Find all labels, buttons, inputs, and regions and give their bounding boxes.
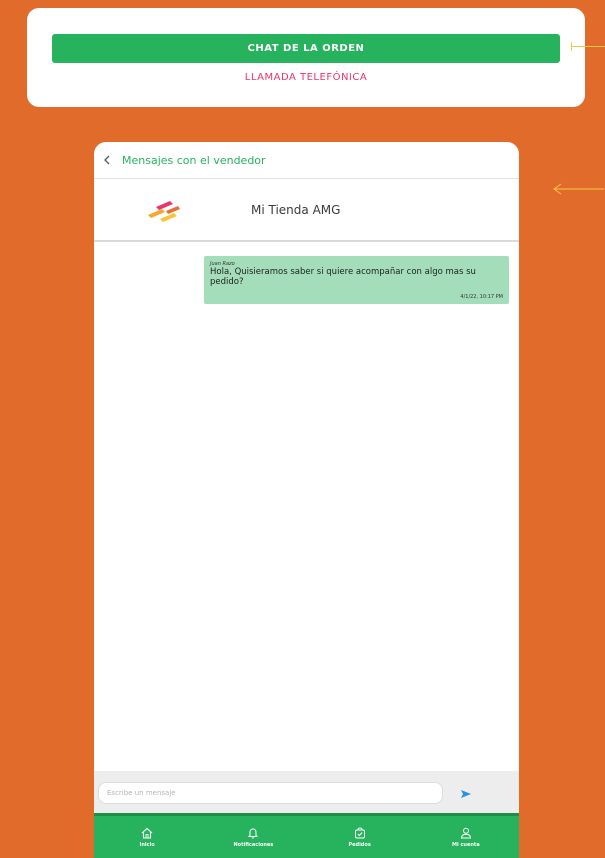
page-title: Mensajes con el vendedor (122, 153, 266, 167)
tab-label: Mi cuenta (452, 841, 480, 848)
home-icon (141, 827, 153, 839)
phone-call-link[interactable]: LLAMADA TELEFÓNICA (27, 72, 585, 83)
message-text: Hola, Quisieramos saber si quiere acompa… (210, 267, 476, 287)
bell-icon (247, 827, 259, 839)
order-actions-card: CHAT DE LA ORDEN LLAMADA TELEFÓNICA (27, 8, 585, 107)
annotation-arrow-icon (552, 180, 604, 195)
message-bubble: Juan Razo Hola, Quisieramos saber si qui… (204, 256, 509, 304)
tab-label: Notificaciones (233, 841, 274, 848)
tab-mi-cuenta[interactable]: Mi cuenta (413, 816, 519, 858)
tab-pedidos[interactable]: Pedidos (307, 816, 413, 858)
chat-screen: Mensajes con el vendedor Mi Tienda AMG J… (94, 142, 519, 858)
tab-label: Pedidos (348, 841, 371, 848)
message-list: Juan Razo Hola, Quisieramos saber si qui… (94, 242, 519, 771)
annotation-pointer-top (571, 42, 605, 51)
send-icon[interactable] (453, 785, 479, 803)
store-info-bar: Mi Tienda AMG (94, 179, 519, 242)
tab-label: Inicio (139, 841, 155, 848)
orders-icon (354, 826, 366, 839)
user-icon (460, 827, 472, 839)
message-input[interactable] (98, 782, 443, 804)
message-timestamp: 4/1/22, 10:17 PM (460, 294, 503, 300)
app-header: Mensajes con el vendedor (94, 142, 519, 179)
tab-notificaciones[interactable]: Notificaciones (200, 816, 306, 858)
store-name: Mi Tienda AMG (251, 203, 341, 217)
tab-inicio[interactable]: Inicio (94, 816, 200, 858)
order-chat-button[interactable]: CHAT DE LA ORDEN (52, 34, 560, 63)
chevron-left-icon[interactable] (96, 149, 118, 171)
store-logo (146, 197, 186, 225)
bottom-tab-bar: Inicio Notificaciones Pedidos Mi cuenta (94, 813, 519, 858)
message-composer (94, 771, 519, 813)
